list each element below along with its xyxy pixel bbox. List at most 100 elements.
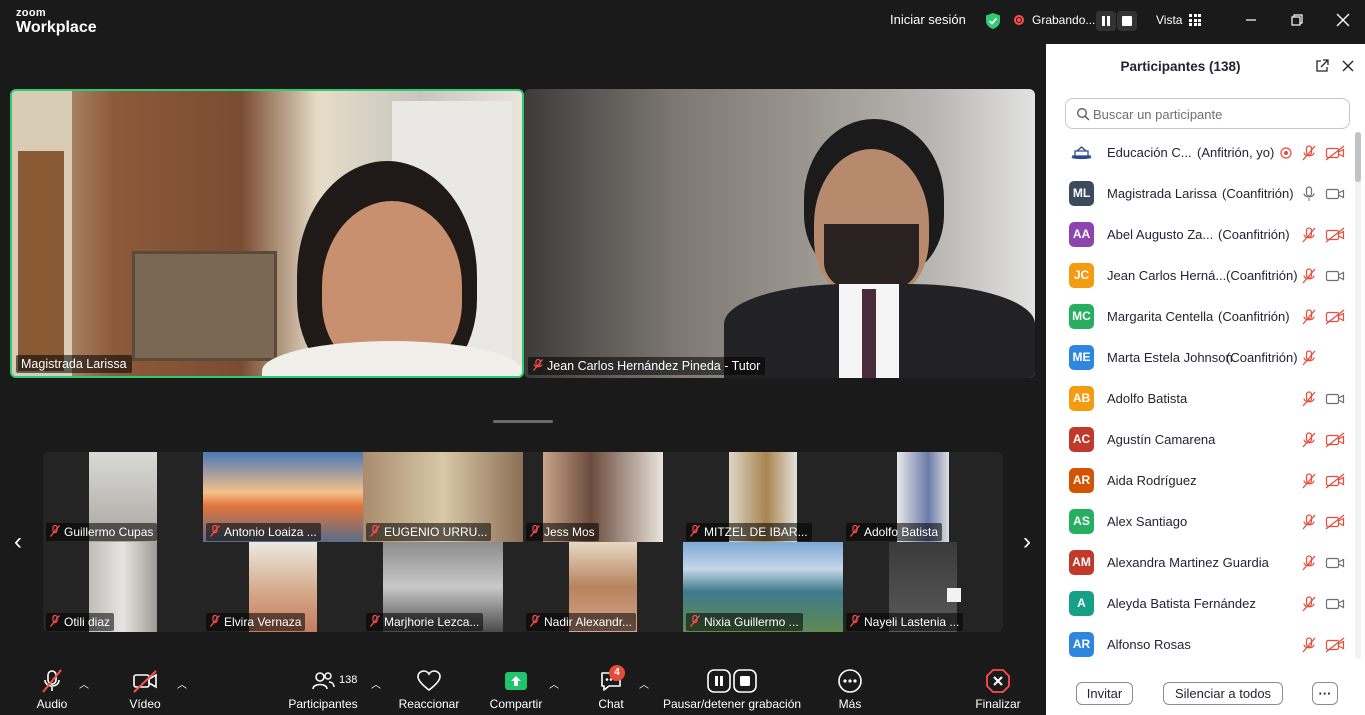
mic-muted-icon[interactable] — [1301, 432, 1317, 448]
mic-muted-icon[interactable] — [1301, 555, 1317, 571]
more-options-button[interactable]: ··· — [1312, 682, 1338, 705]
tile-name: Adolfo Batista — [864, 525, 939, 539]
invite-button[interactable]: Invitar — [1076, 682, 1133, 705]
audio-options-caret-icon[interactable]: ︿ — [79, 676, 89, 691]
mic-on-icon[interactable] — [1301, 186, 1317, 202]
mic-muted-icon[interactable] — [1301, 227, 1317, 243]
participant-row[interactable]: AR Aida Rodríguez — [1046, 460, 1356, 501]
gallery-prev-arrow-icon[interactable]: ‹ — [8, 527, 28, 557]
close-panel-icon[interactable] — [1340, 58, 1356, 74]
participant-row[interactable]: AR Alfonso Rosas — [1046, 624, 1356, 659]
camera-on-icon[interactable] — [1325, 186, 1345, 202]
restore-icon[interactable] — [1288, 11, 1306, 29]
mic-muted-icon[interactable] — [1301, 268, 1317, 284]
camera-off-icon[interactable] — [1325, 227, 1345, 243]
end-meeting-button[interactable]: Finalizar — [972, 668, 1024, 711]
mic-muted-icon — [50, 615, 60, 627]
participant-name: Margarita Centella — [1107, 309, 1214, 324]
stop-recording-button[interactable] — [1117, 11, 1137, 31]
pop-out-icon[interactable] — [1314, 58, 1330, 74]
bookshelf — [18, 151, 64, 371]
chat-button[interactable]: 4 Chat — [593, 665, 629, 711]
tutor-tie — [862, 289, 876, 378]
share-options-caret-icon[interactable]: ︿ — [549, 676, 559, 691]
video-button[interactable]: Vídeo — [126, 668, 164, 711]
gallery-tile[interactable]: Nixia Guillermo ... — [683, 542, 843, 632]
mic-muted-icon — [370, 615, 380, 627]
mute-all-button[interactable]: Silenciar a todos — [1163, 682, 1283, 705]
participant-row[interactable]: A Aleyda Batista Fernández — [1046, 583, 1356, 624]
share-button[interactable]: Compartir — [487, 668, 545, 711]
gallery-tile[interactable]: EUGENIO URRU... — [363, 452, 523, 542]
participant-list-scrollbar[interactable] — [1355, 132, 1361, 659]
video-tile-speaker[interactable]: Magistrada Larissa — [10, 89, 524, 378]
camera-off-icon[interactable] — [1325, 145, 1345, 161]
gallery-tile[interactable]: Otili diaz — [43, 542, 203, 632]
sign-in-link[interactable]: Iniciar sesión — [890, 12, 966, 27]
heart-icon — [417, 670, 441, 692]
camera-on-icon[interactable] — [1325, 596, 1345, 612]
chat-options-caret-icon[interactable]: ︿ — [639, 676, 649, 691]
camera-on-icon[interactable] — [1325, 391, 1345, 407]
gallery-view-icon[interactable] — [1189, 14, 1201, 26]
video-options-caret-icon[interactable]: ︿ — [177, 676, 187, 691]
gallery-tile[interactable]: MITZEL DE IBAR... — [683, 452, 843, 542]
camera-off-icon[interactable] — [1325, 637, 1345, 653]
avatar: AS — [1069, 509, 1094, 534]
mic-muted-icon[interactable] — [1301, 350, 1317, 366]
mic-muted-icon — [533, 359, 543, 371]
pause-recording-button[interactable] — [1096, 11, 1116, 31]
mic-muted-icon[interactable] — [1301, 391, 1317, 407]
gallery-tile[interactable]: Nayeli Lastenia ... — [843, 542, 1003, 632]
participant-row[interactable]: AC Agustín Camarena — [1046, 419, 1356, 460]
participant-row[interactable]: AB Adolfo Batista — [1046, 378, 1356, 419]
camera-off-icon[interactable] — [1325, 432, 1345, 448]
mic-muted-icon[interactable] — [1301, 596, 1317, 612]
pause-stop-recording-button[interactable]: Pausar/detener grabación — [662, 668, 802, 711]
view-menu[interactable]: Vista — [1156, 13, 1182, 27]
react-button[interactable]: Reaccionar — [397, 668, 461, 711]
participant-row[interactable]: AS Alex Santiago — [1046, 501, 1356, 542]
participant-search[interactable] — [1065, 98, 1350, 129]
gallery-tile[interactable]: Elvira Vernaza — [203, 542, 363, 632]
resize-handle[interactable] — [493, 420, 553, 423]
gallery-tile[interactable]: Adolfo Batista — [843, 452, 1003, 542]
mic-muted-icon[interactable] — [1301, 514, 1317, 530]
gallery-next-arrow-icon[interactable]: › — [1017, 527, 1037, 557]
participant-row[interactable]: AA Abel Augusto Za... (Coanfitrión) — [1046, 214, 1356, 255]
participant-row[interactable]: ME Marta Estela Johnson (Coanfitrión) — [1046, 337, 1356, 378]
participants-icon — [312, 672, 335, 690]
participant-row[interactable]: Educación C... (Anfitrión, yo) — [1046, 132, 1356, 173]
gallery-tile[interactable]: Nadir Alexandr... — [523, 542, 683, 632]
avatar: A — [1069, 591, 1094, 616]
mic-muted-icon[interactable] — [1301, 309, 1317, 325]
camera-on-icon[interactable] — [1325, 555, 1345, 571]
participant-row[interactable]: AM Alexandra Martinez Guardia — [1046, 542, 1356, 583]
gallery-tile[interactable]: Antonio Loaiza ... — [203, 452, 363, 542]
participants-count: 138 — [339, 674, 358, 686]
gallery-tile[interactable]: Guillermo Cupas — [43, 452, 203, 542]
participant-row[interactable]: ML Magistrada Larissa (Coanfitrión) — [1046, 173, 1356, 214]
security-shield-icon[interactable] — [985, 12, 1001, 30]
close-window-icon[interactable] — [1334, 11, 1352, 29]
camera-off-icon[interactable] — [1325, 473, 1345, 489]
mic-muted-icon[interactable] — [1301, 637, 1317, 653]
camera-on-icon[interactable] — [1325, 268, 1345, 284]
tile-name-label: Otili diaz — [46, 613, 115, 631]
camera-off-icon[interactable] — [1325, 514, 1345, 530]
minimize-icon[interactable] — [1242, 11, 1260, 29]
participants-options-caret-icon[interactable]: ︿ — [371, 676, 381, 691]
gallery-tile[interactable]: Marjhorie Lezca... — [363, 542, 523, 632]
video-tile-tutor[interactable]: Jean Carlos Hernández Pineda - Tutor — [524, 89, 1035, 378]
gallery-tile[interactable]: Jess Mos — [523, 452, 683, 542]
camera-off-icon[interactable] — [1325, 309, 1345, 325]
participant-row[interactable]: JC Jean Carlos Herná... (Coanfitrión) — [1046, 255, 1356, 296]
more-button[interactable]: Más — [833, 668, 867, 711]
search-input[interactable] — [1093, 105, 1343, 123]
scrollbar-thumb[interactable] — [1355, 132, 1361, 182]
audio-button[interactable]: Audio — [33, 668, 71, 711]
mic-muted-icon[interactable] — [1301, 145, 1317, 161]
participant-row[interactable]: MC Margarita Centella (Coanfitrión) — [1046, 296, 1356, 337]
participant-name: Magistrada Larissa — [1107, 186, 1217, 201]
mic-muted-icon[interactable] — [1301, 473, 1317, 489]
